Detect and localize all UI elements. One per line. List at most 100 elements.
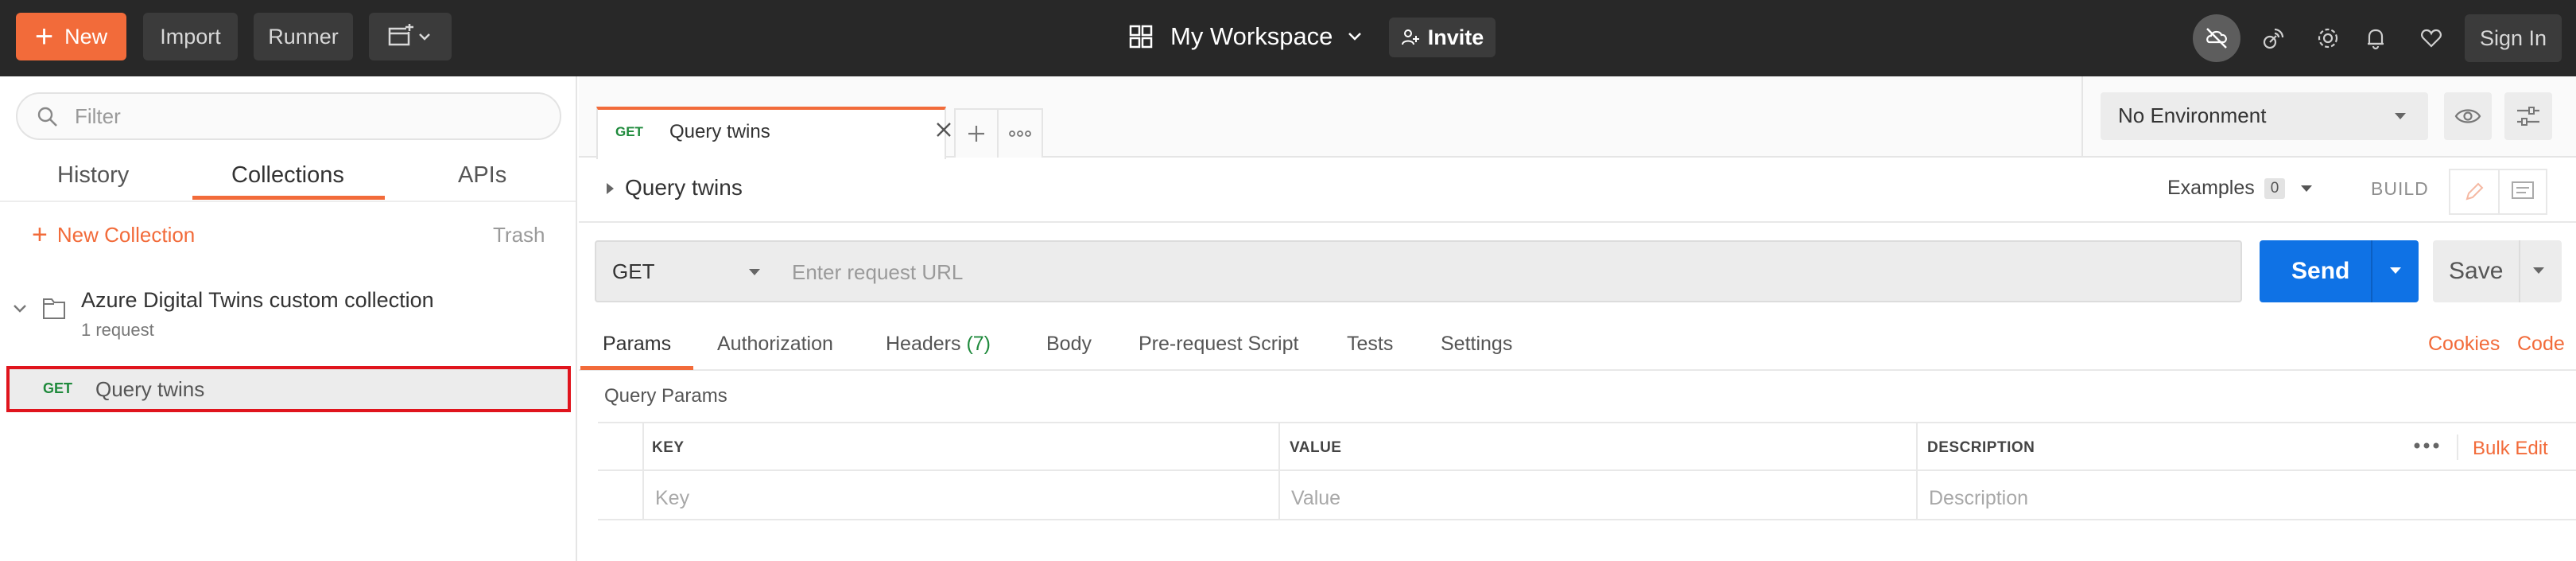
divider [2371,240,2372,302]
key-input[interactable] [655,487,1212,510]
bell-icon [2368,29,2384,50]
new-window-icon [388,24,430,46]
tab-headers-label: Headers [886,333,961,355]
value-input[interactable] [1291,487,1848,510]
invite-button[interactable]: Invite [1389,18,1496,57]
plus-icon [968,126,984,142]
column-header-value: VALUE [1290,439,1342,456]
tab-history[interactable]: History [57,162,129,189]
collection-item[interactable]: Azure Digital Twins custom collection 1 … [11,288,568,352]
tab-authorization[interactable]: Authorization [717,333,833,356]
examples-count: 0 [2264,177,2286,199]
caret-right-icon[interactable] [604,181,615,196]
workspace-switcher[interactable]: My Workspace [1129,14,1380,59]
chevron-down-icon[interactable] [11,302,29,315]
save-button[interactable]: Save [2433,240,2562,302]
divider [2457,434,2458,460]
caret-down-icon[interactable] [2388,266,2403,275]
eye-icon [2454,109,2481,123]
new-button[interactable]: + New [16,13,126,60]
plus-icon: + [32,220,48,250]
chevron-down-icon [1348,33,1362,41]
tab-params[interactable]: Params [603,333,671,356]
gear-icon [2318,28,2338,49]
tab-collections[interactable]: Collections [231,162,344,189]
table-header-row [598,423,2576,471]
request-title[interactable]: Query twins [625,175,743,201]
environment-select[interactable]: No Environment [2101,92,2428,140]
folder-icon [43,298,65,319]
new-window-button[interactable] [369,13,452,60]
new-button-label: New [64,24,108,49]
request-name: Query twins [95,377,205,401]
url-input[interactable] [792,258,2207,286]
method-badge: GET [615,124,643,139]
new-collection-button[interactable]: + New Collection [32,221,195,248]
column-divider [642,423,644,520]
tab-headers[interactable]: Headers (7) [886,333,991,356]
search-icon [37,107,57,127]
sliders-icon [2517,107,2539,126]
filter-box [16,92,561,140]
pencil-icon [2465,182,2484,201]
build-mode-label[interactable]: BUILD [2371,178,2429,200]
send-label: Send [2291,258,2350,284]
comments-button[interactable] [2498,169,2547,215]
settings-button[interactable] [2307,18,2349,59]
cookies-link[interactable]: Cookies [2428,333,2500,356]
new-collection-label: New Collection [56,222,196,247]
send-button[interactable]: Send [2260,240,2419,302]
divider [2519,240,2520,302]
environment-bar: No Environment [2081,76,2576,158]
examples-dropdown[interactable]: Examples 0 [2167,177,2314,200]
plus-icon: + [34,19,54,54]
sidebar-request-item[interactable]: GET Query twins [6,366,571,412]
favorite-button[interactable] [2411,18,2452,59]
description-input[interactable] [1929,487,2485,510]
sync-off-icon [2206,28,2227,49]
collection-name: Azure Digital Twins custom collection [81,288,434,312]
method-select[interactable]: GET [595,240,778,302]
environment-quick-look-button[interactable] [2444,92,2492,140]
close-icon[interactable] [932,118,956,142]
comment-icon [2512,181,2534,199]
add-user-icon [1401,29,1419,45]
trash-link[interactable]: Trash [493,223,545,247]
tab-body[interactable]: Body [1046,333,1092,356]
more-icon[interactable] [2412,438,2441,454]
filter-input[interactable] [75,100,536,132]
sign-in-button[interactable]: Sign In [2465,14,2562,62]
tab-settings[interactable]: Settings [1441,333,1512,356]
tab-apis[interactable]: APIs [458,162,506,189]
examples-label: Examples [2167,177,2255,199]
satellite-button[interactable] [2253,18,2295,59]
new-tab-button[interactable] [954,108,999,158]
manage-environments-button[interactable] [2504,92,2552,140]
sync-off-button[interactable] [2193,14,2240,62]
code-link[interactable]: Code [2517,333,2565,356]
tab-tests[interactable]: Tests [1347,333,1393,356]
request-tab-title: Query twins [669,121,770,142]
request-tab[interactable]: GET Query twins [596,107,951,159]
edit-button[interactable] [2449,169,2498,215]
caret-down-icon[interactable] [2531,266,2546,275]
description-cell [1929,487,2485,510]
tab-pre-request-script[interactable]: Pre-request Script [1139,333,1298,356]
invite-label: Invite [1427,25,1484,49]
tab-options-button[interactable] [999,108,1043,158]
query-params-title: Query Params [604,385,727,407]
import-button[interactable]: Import [143,13,238,60]
url-field [776,240,2242,302]
more-icon [1009,131,1031,137]
workspace-name: My Workspace [1170,22,1333,50]
url-bar: GET Send Save [579,223,2576,317]
sidebar: History Collections APIs + New Collectio… [0,76,577,561]
column-header-key: KEY [652,439,685,456]
notifications-button[interactable] [2355,18,2396,59]
satellite-icon [2263,28,2284,49]
value-cell [1291,487,1848,510]
column-divider [1916,423,1918,520]
runner-button[interactable]: Runner [254,13,353,60]
bulk-edit-link[interactable]: Bulk Edit [2473,438,2548,460]
active-tab-indicator [580,366,693,370]
